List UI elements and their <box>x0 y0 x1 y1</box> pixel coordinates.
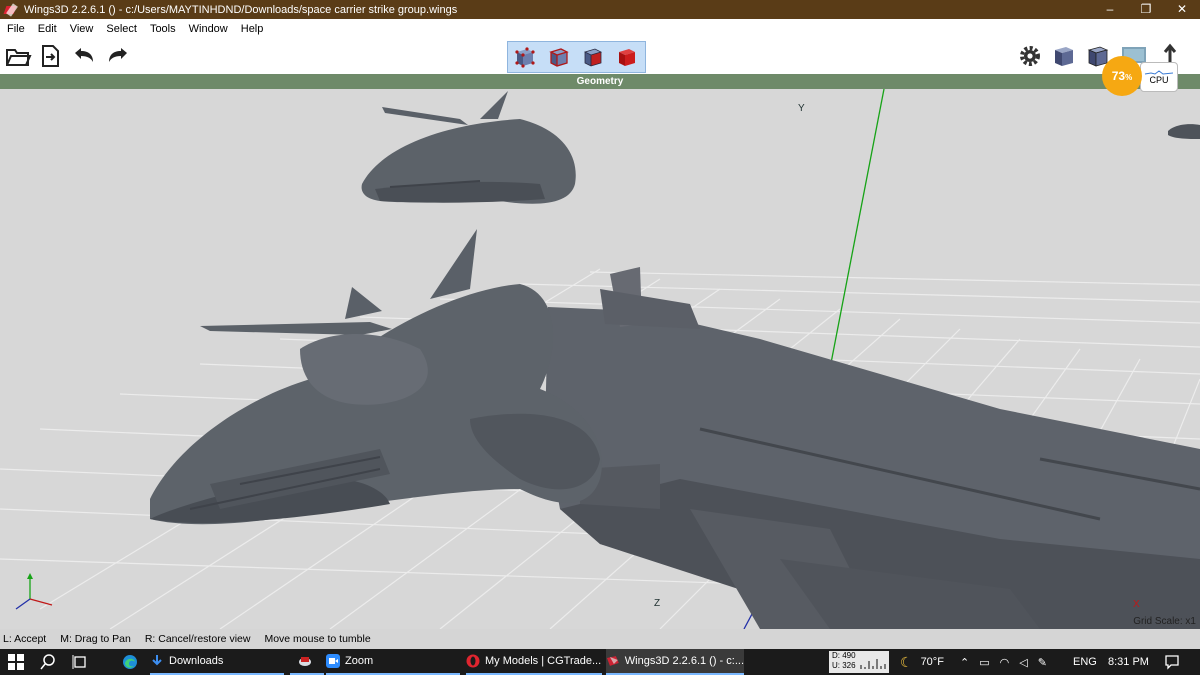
taskbar-app-label: Downloads <box>169 655 224 667</box>
grid-scale-readout: Grid Scale: x1 <box>1133 616 1196 627</box>
status-bar: L: Accept M: Drag to Pan R: Cancel/resto… <box>0 629 1200 649</box>
status-tumble: Move mouse to tumble <box>264 633 371 645</box>
task-view-button[interactable] <box>72 649 88 675</box>
cpu-percent-sign: % <box>1125 73 1133 82</box>
minimize-button[interactable]: – <box>1092 0 1128 19</box>
weather-widget[interactable]: ☾ 70°F <box>900 649 944 675</box>
taskbar-app-label: Zoom <box>345 655 374 667</box>
taskbar-app-ocr[interactable] <box>290 649 324 675</box>
menu-select[interactable]: Select <box>99 23 143 35</box>
x-axis-marker-label: X <box>1133 599 1140 610</box>
menu-edit[interactable]: Edit <box>31 23 63 35</box>
y-axis-label: Y <box>798 103 805 114</box>
status-left-click: L: Accept <box>3 633 47 645</box>
taskbar-app-opera[interactable]: My Models | CGTrade... <box>466 649 602 675</box>
large-fighter-model <box>150 229 602 525</box>
restore-button[interactable]: ❐ <box>1128 0 1164 19</box>
taskbar-app-zoom[interactable]: Zoom <box>326 649 460 675</box>
edge-browser-button[interactable] <box>122 649 138 675</box>
battery-icon[interactable]: ▭ <box>979 656 989 669</box>
status-middle-click: M: Drag to Pan <box>60 633 131 645</box>
volume-icon[interactable]: ◁ <box>1019 656 1027 669</box>
geometry-viewport[interactable]: X Y Z Grid Scale: x1 <box>0 89 1200 629</box>
vertex-mode-cube-icon[interactable] <box>512 45 538 69</box>
system-tray-icons: ⌃ ▭ ◠ ◁ ✎ <box>960 649 1057 675</box>
notification-icon <box>1165 655 1179 670</box>
opera-icon <box>466 654 480 668</box>
title-bar: Wings3D 2.2.6.1 () - c:/Users/MAYTINHDND… <box>0 0 1200 19</box>
z-axis-label: Z <box>654 598 661 609</box>
tray-chevron-icon[interactable]: ⌃ <box>960 656 969 669</box>
search-button[interactable] <box>40 649 56 675</box>
language-indicator[interactable]: ENG <box>1073 649 1097 675</box>
cpu-graph-icon <box>1144 70 1174 75</box>
cpu-monitor-widget[interactable]: CPU 73% <box>1102 56 1180 96</box>
cpu-percent-badge: 73% <box>1102 56 1142 96</box>
ocr-app-icon <box>298 657 311 666</box>
selection-mode-group <box>507 41 646 73</box>
menu-file[interactable]: File <box>0 23 31 35</box>
edge-mode-cube-icon[interactable] <box>546 45 572 69</box>
menu-window[interactable]: Window <box>182 23 234 35</box>
task-view-icon <box>72 655 86 669</box>
distant-ship-model <box>1168 124 1200 139</box>
taskbar-app-label: My Models | CGTrade... <box>485 655 602 667</box>
geometry-title-bar: Geometry <box>0 74 1200 89</box>
search-icon <box>40 654 55 670</box>
scene-canvas: X <box>0 89 1200 629</box>
cpu-percent-value: 73 <box>1111 69 1126 83</box>
cpu-label-box: CPU <box>1140 62 1178 92</box>
moon-icon: ☾ <box>900 653 913 670</box>
window-controls: – ❐ ✕ <box>1092 0 1200 19</box>
zoom-icon <box>326 654 340 668</box>
undo-icon[interactable] <box>70 42 98 70</box>
menu-view[interactable]: View <box>63 23 100 35</box>
carrier-ship-model <box>545 267 1200 629</box>
start-button[interactable] <box>8 649 24 675</box>
cpu-label: CPU <box>1149 75 1169 85</box>
edge-icon <box>123 655 137 669</box>
close-button[interactable]: ✕ <box>1164 0 1200 19</box>
notification-button[interactable] <box>1164 649 1180 675</box>
wifi-icon[interactable]: ◠ <box>1000 656 1010 669</box>
status-right-click: R: Cancel/restore view <box>144 633 251 645</box>
y-axis-line <box>825 89 885 390</box>
window-title: Wings3D 2.2.6.1 () - c:/Users/MAYTINHDND… <box>24 3 458 16</box>
open-folder-icon[interactable] <box>4 42 32 70</box>
windows-taskbar: Downloads Zoom My Models | CGTrade... Wi… <box>0 649 1200 675</box>
clock[interactable]: 8:31 PM <box>1108 649 1149 675</box>
face-mode-cube-icon[interactable] <box>580 45 606 69</box>
toolbar <box>0 38 1200 74</box>
gear-icon[interactable] <box>1016 42 1044 70</box>
taskbar-app-wings3d[interactable]: Wings3D 2.2.6.1 () - c:... <box>606 649 744 675</box>
cube-smooth-icon[interactable] <box>1050 42 1078 70</box>
wings3d-logo-icon <box>3 2 18 17</box>
net-graph-icon <box>860 659 886 669</box>
weather-temp: 70°F <box>920 656 944 668</box>
wings3d-icon <box>606 656 619 666</box>
orientation-gizmo <box>15 573 53 610</box>
import-icon[interactable] <box>36 42 64 70</box>
menu-bar: File Edit View Select Tools Window Help <box>0 19 1200 38</box>
redo-icon[interactable] <box>104 42 132 70</box>
taskbar-app-downloads[interactable]: Downloads <box>150 649 284 675</box>
menu-help[interactable]: Help <box>234 23 270 35</box>
small-fighter-model <box>361 91 576 204</box>
body-mode-cube-icon[interactable] <box>614 45 640 69</box>
taskbar-app-label: Wings3D 2.2.6.1 () - c:... <box>624 655 744 667</box>
download-arrow-icon <box>152 655 162 666</box>
network-monitor[interactable]: D: 490 U: 326 <box>829 651 889 673</box>
windows-logo-icon <box>8 654 24 670</box>
menu-tools[interactable]: Tools <box>143 23 182 35</box>
pen-icon[interactable]: ✎ <box>1038 656 1047 669</box>
